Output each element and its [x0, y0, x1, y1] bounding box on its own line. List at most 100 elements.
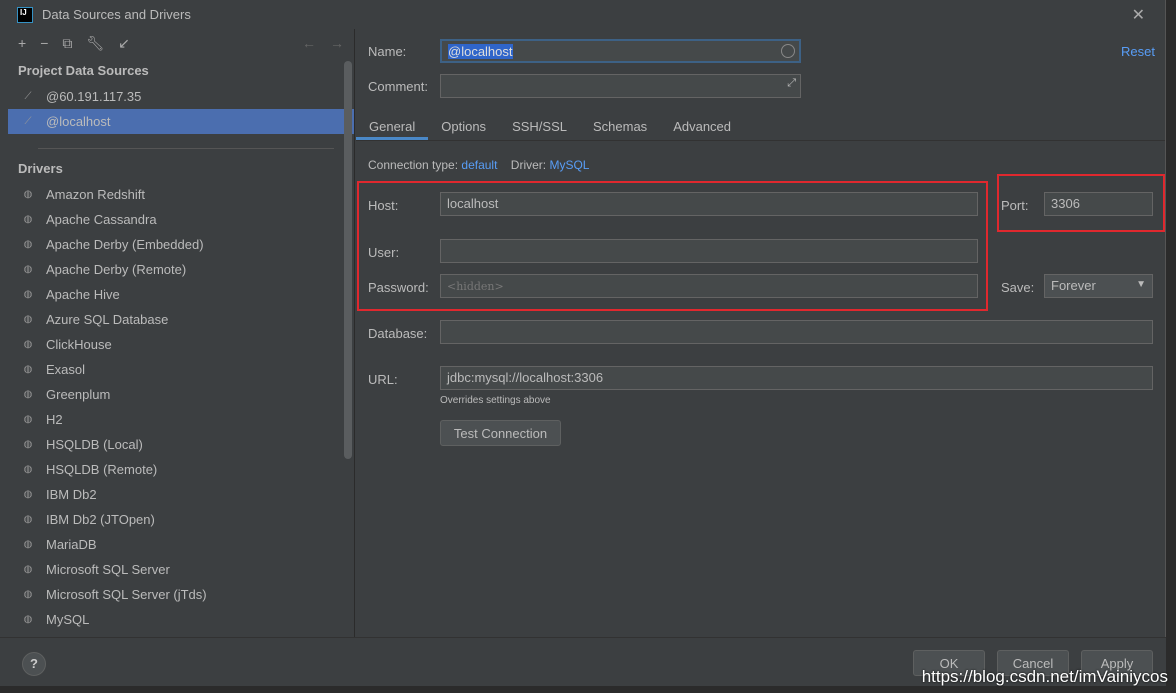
drivers-heading: Drivers	[18, 161, 63, 176]
import-icon[interactable]: ↙	[118, 35, 130, 52]
driver-label: Amazon Redshift	[46, 187, 145, 202]
driver-item[interactable]: ◍ Microsoft SQL Server	[8, 557, 354, 582]
driver-label: Greenplum	[46, 387, 111, 402]
name-label: Name:	[368, 44, 407, 59]
driver-label: IBM Db2 (JTOpen)	[46, 512, 155, 527]
driver-item[interactable]: ◍ IBM Db2	[8, 482, 354, 507]
tab-general[interactable]: General	[356, 111, 429, 140]
driver-icon: ◍	[23, 314, 33, 325]
url-label: URL:	[368, 372, 398, 387]
duplicate-icon[interactable]: ⧉	[62, 35, 72, 52]
driver-icon: ◍	[23, 189, 33, 200]
driver-icon: ◍	[23, 514, 33, 525]
forward-icon[interactable]: →	[330, 35, 344, 51]
driver-item[interactable]: ◍ Apache Derby (Embedded)	[8, 232, 354, 257]
color-circle-icon[interactable]	[781, 44, 795, 58]
driver-item[interactable]: ◍ Exasol	[8, 357, 354, 382]
name-input[interactable]: @localhost	[440, 39, 801, 63]
driver-icon: ◍	[23, 214, 33, 225]
driver-item[interactable]: ◍ Microsoft SQL Server (jTds)	[8, 582, 354, 607]
back-icon[interactable]: ←	[302, 35, 316, 51]
watermark: https://blog.csdn.net/imVainiycos	[921, 667, 1168, 686]
project-source-item[interactable]: ⟋ @localhost	[8, 109, 354, 134]
project-source-item[interactable]: ⟋ @60.191.117.35	[8, 84, 354, 109]
conn-type-label: Connection type:	[368, 158, 459, 172]
add-icon[interactable]: +	[18, 35, 26, 51]
driver-label: IBM Db2	[46, 487, 97, 502]
expand-icon[interactable]: ⤢	[787, 77, 796, 90]
tab-advanced[interactable]: Advanced	[660, 111, 744, 140]
host-label: Host:	[368, 198, 399, 213]
driver-item[interactable]: ◍ IBM Db2 (JTOpen)	[8, 507, 354, 532]
driver-item[interactable]: ◍ Apache Cassandra	[8, 207, 354, 232]
driver-item[interactable]: ◍ Amazon Redshift	[8, 182, 354, 207]
driver-icon: ◍	[23, 414, 33, 425]
connection-info: Connection type: default Driver: MySQL	[368, 158, 589, 172]
user-input[interactable]	[440, 239, 978, 263]
driver-icon: ◍	[23, 564, 33, 575]
item-label: @60.191.117.35	[46, 89, 142, 104]
driver-item[interactable]: ◍ H2	[8, 407, 354, 432]
scrollbar[interactable]	[344, 61, 352, 459]
driver-label: Apache Hive	[46, 287, 120, 302]
intellij-logo: IJ	[17, 6, 33, 23]
driver-item[interactable]: ◍ MariaDB	[8, 532, 354, 557]
driver-label: MySQL	[46, 612, 90, 627]
divider	[38, 148, 334, 149]
tab-bar: General Options SSH/SSL Schemas Advanced	[356, 111, 1165, 141]
driver-label: Driver:	[510, 158, 547, 172]
driver-label: MariaDB	[46, 537, 97, 552]
name-value: @localhost	[448, 44, 513, 59]
left-panel: + − ⧉ 🔧︎ ↙ ← → Project Data Sources ⟋ @60.…	[8, 29, 355, 637]
driver-item[interactable]: ◍ Azure SQL Database	[8, 307, 354, 332]
details-panel: Name: @localhost Reset Comment: ⤢ Genera…	[356, 29, 1165, 637]
password-input[interactable]: <hidden>	[440, 274, 978, 298]
save-dropdown[interactable]: Forever ▼	[1044, 274, 1153, 298]
driver-item[interactable]: ◍ MySQL	[8, 607, 354, 632]
driver-icon: ◍	[23, 264, 33, 275]
driver-label: HSQLDB (Remote)	[46, 462, 158, 477]
tab-options[interactable]: Options	[428, 111, 499, 140]
driver-icon: ◍	[23, 489, 33, 500]
url-hint: Overrides settings above	[440, 395, 551, 406]
save-value: Forever	[1051, 278, 1096, 293]
url-input[interactable]: jdbc:mysql://localhost:3306	[440, 366, 1153, 390]
driver-icon: ◍	[23, 589, 33, 600]
password-label: Password:	[368, 280, 429, 295]
driver-icon: ◍	[23, 239, 33, 250]
driver-item[interactable]: ◍ Apache Hive	[8, 282, 354, 307]
tab-sshssl[interactable]: SSH/SSL	[499, 111, 580, 140]
driver-label: HSQLDB (Local)	[46, 437, 143, 452]
close-icon[interactable]: ✕	[1132, 5, 1145, 25]
driver-item[interactable]: ◍ Apache Derby (Remote)	[8, 257, 354, 282]
driver-icon: ◍	[23, 364, 33, 375]
tab-schemas[interactable]: Schemas	[580, 111, 660, 140]
test-connection-button[interactable]: Test Connection	[440, 420, 561, 446]
help-button[interactable]: ?	[22, 652, 46, 676]
database-input[interactable]	[440, 320, 1153, 344]
mysql-icon: ⟋	[24, 91, 32, 102]
comment-input[interactable]: ⤢	[440, 74, 801, 98]
wrench-icon[interactable]: 🔧︎	[86, 35, 104, 52]
reset-link[interactable]: Reset	[1121, 44, 1155, 59]
conn-type-link[interactable]: default	[461, 158, 497, 172]
host-input[interactable]: localhost	[440, 192, 978, 216]
driver-icon: ◍	[23, 539, 33, 550]
driver-item[interactable]: ◍ ClickHouse	[8, 332, 354, 357]
port-input[interactable]: 3306	[1044, 192, 1153, 216]
dialog: IJ Data Sources and Drivers ✕ + − ⧉ 🔧︎ ↙…	[0, 0, 1166, 686]
driver-item[interactable]: ◍ Greenplum	[8, 382, 354, 407]
driver-icon: ◍	[23, 614, 33, 625]
project-sources-heading: Project Data Sources	[18, 63, 149, 78]
driver-item[interactable]: ◍ HSQLDB (Local)	[8, 432, 354, 457]
driver-item[interactable]: ◍ HSQLDB (Remote)	[8, 457, 354, 482]
remove-icon[interactable]: −	[40, 35, 48, 51]
driver-link[interactable]: MySQL	[549, 158, 589, 172]
driver-icon: ◍	[23, 464, 33, 475]
mysql-icon: ⟋	[24, 116, 32, 127]
title-bar: IJ Data Sources and Drivers ✕	[0, 0, 1165, 29]
driver-icon: ◍	[23, 339, 33, 350]
driver-label: Apache Cassandra	[46, 212, 157, 227]
port-label: Port:	[1001, 198, 1029, 213]
driver-label: ClickHouse	[46, 337, 112, 352]
